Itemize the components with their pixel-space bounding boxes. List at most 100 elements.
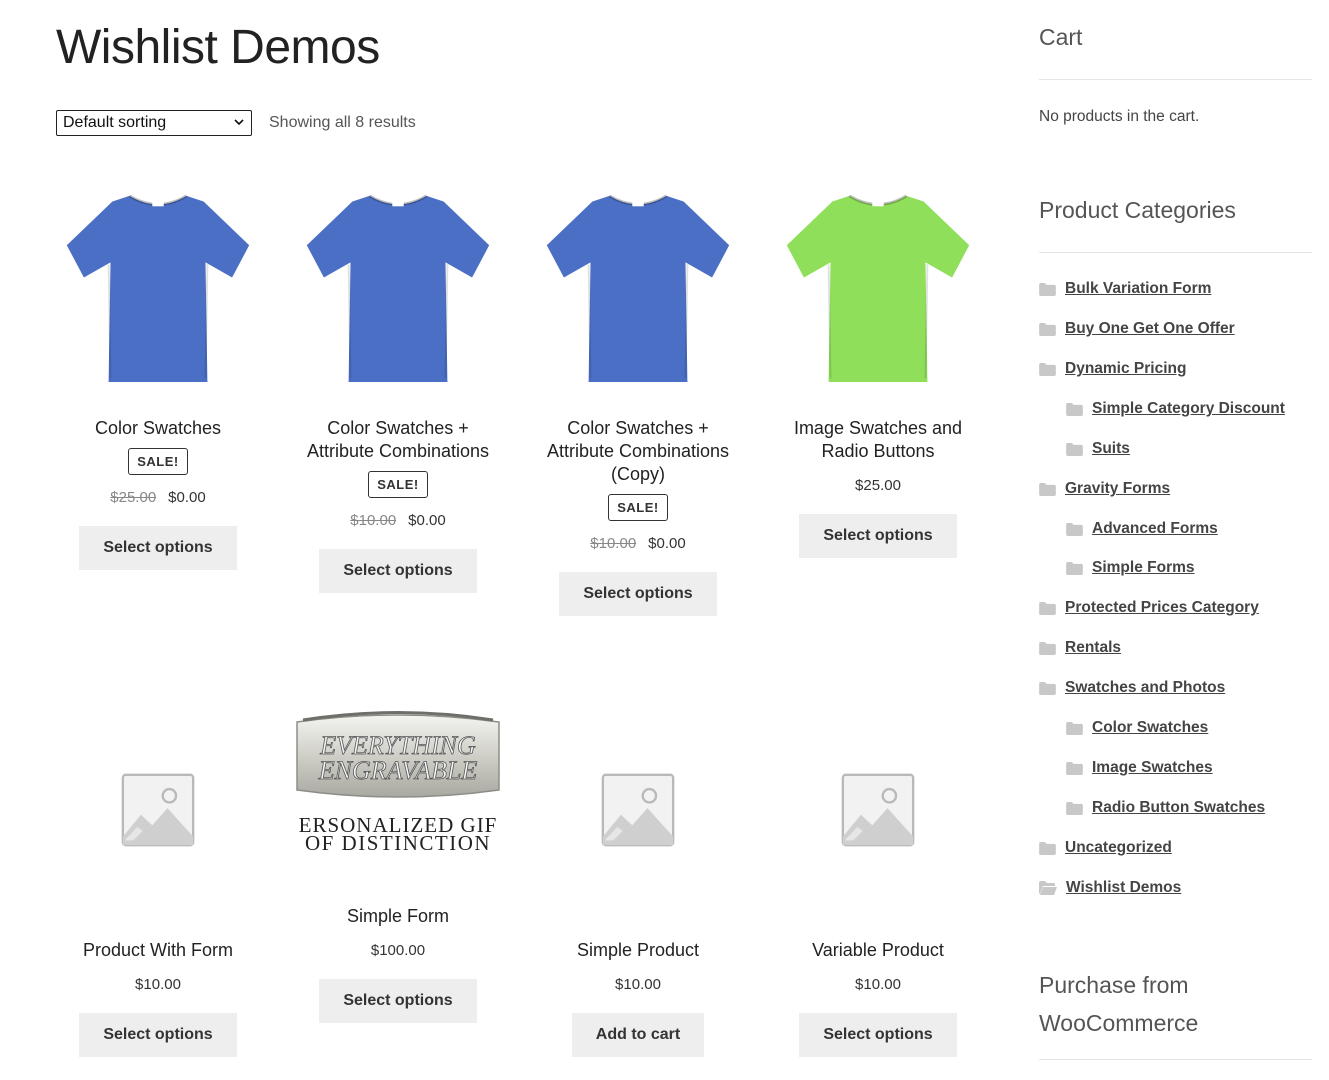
product-price: $10.00: [53, 976, 263, 993]
product-image[interactable]: [293, 178, 503, 398]
tshirt-image: [303, 182, 493, 394]
current-price: $10.00: [615, 976, 661, 993]
select-options-button[interactable]: Select options: [799, 1013, 957, 1057]
folder-open-icon: [1039, 881, 1057, 895]
category-simple-category-discount[interactable]: Simple Category Discount: [1066, 400, 1285, 418]
tshirt-image: [783, 182, 973, 394]
product-name[interactable]: Product With Form: [53, 939, 263, 962]
folder-icon: [1039, 323, 1056, 336]
product-card: EVERYTHING ENGRAVABLE ERSONALIZED GIF OF…: [293, 700, 503, 1023]
folder-icon: [1066, 562, 1083, 575]
product-image[interactable]: EVERYTHING ENGRAVABLE ERSONALIZED GIF OF…: [293, 700, 503, 886]
product-price: $100.00: [293, 942, 503, 959]
select-options-button[interactable]: Select options: [799, 514, 957, 558]
product-card: Simple Product $10.00 Add to cart: [533, 700, 743, 1057]
logo-line-4: OF DISTINCTION: [305, 831, 491, 855]
old-price: $10.00: [350, 512, 397, 529]
product-card: Product With Form $10.00 Select options: [53, 700, 263, 1057]
result-count: Showing all 8 results: [269, 114, 416, 131]
category-gravity-forms[interactable]: Gravity Forms: [1039, 480, 1170, 498]
category-label: Image Swatches: [1092, 759, 1213, 776]
category-label: Simple Category Discount: [1092, 400, 1285, 417]
product-name[interactable]: Simple Form: [293, 905, 503, 928]
category-wishlist-demos[interactable]: Wishlist Demos: [1039, 879, 1181, 897]
category-label: Radio Button Swatches: [1092, 799, 1266, 816]
placeholder-image-icon: [600, 772, 676, 848]
product-name[interactable]: Image Swatches and Radio Buttons: [773, 417, 983, 463]
folder-icon: [1066, 802, 1083, 815]
select-options-button[interactable]: Select options: [319, 979, 477, 1023]
current-price: $25.00: [855, 477, 901, 494]
select-options-button[interactable]: Select options: [79, 526, 237, 570]
folder-icon: [1039, 602, 1056, 615]
product-name[interactable]: Simple Product: [533, 939, 743, 962]
product-card: Image Swatches and Radio Buttons $25.00 …: [773, 178, 983, 558]
logo-line-2: ENGRAVABLE: [318, 756, 478, 785]
cart-divider: [1039, 79, 1312, 80]
product-name[interactable]: Color Swatches: [53, 417, 263, 440]
category-color-swatches[interactable]: Color Swatches: [1066, 719, 1208, 737]
folder-icon: [1039, 363, 1056, 376]
old-price: $25.00: [110, 489, 157, 506]
product-name[interactable]: Color Swatches + Attribute Combinations …: [533, 417, 743, 486]
product-card: Variable Product $10.00 Select options: [773, 700, 983, 1057]
product-price: $25.00: [773, 477, 983, 494]
product-card: Color Swatches + Attribute Combinations …: [533, 178, 743, 616]
category-buy-one-get-one-offer[interactable]: Buy One Get One Offer: [1039, 320, 1235, 338]
category-label: Swatches and Photos: [1065, 679, 1226, 696]
category-label: Gravity Forms: [1065, 480, 1171, 497]
folder-icon: [1039, 682, 1056, 695]
category-suits[interactable]: Suits: [1066, 440, 1130, 458]
current-price: $10.00: [855, 976, 901, 993]
category-label: Advanced Forms: [1092, 520, 1218, 537]
category-protected-prices-category[interactable]: Protected Prices Category: [1039, 599, 1259, 617]
category-label: Simple Forms: [1092, 559, 1195, 576]
select-options-button[interactable]: Select options: [559, 572, 717, 616]
product-card: Color Swatches SALE! $25.00 $0.00 Select …: [53, 178, 263, 570]
product-price: $10.00: [533, 976, 743, 993]
product-card: Color Swatches + Attribute Combinations …: [293, 178, 503, 593]
purchase-widget-title: Purchase from WooCommerce: [1039, 966, 1198, 1042]
add-to-cart-button[interactable]: Add to cart: [571, 1013, 705, 1057]
category-dynamic-pricing[interactable]: Dynamic Pricing: [1039, 360, 1186, 378]
tshirt-image: [543, 182, 733, 394]
category-image-swatches[interactable]: Image Swatches: [1066, 759, 1213, 777]
product-image[interactable]: [53, 178, 263, 398]
category-uncategorized[interactable]: Uncategorized: [1039, 839, 1172, 857]
product-image[interactable]: [773, 178, 983, 398]
purchase-title-line-2: WooCommerce: [1039, 1010, 1199, 1036]
product-image[interactable]: [773, 700, 983, 920]
select-options-button[interactable]: Select options: [319, 549, 477, 593]
product-price: $10.00: [773, 976, 983, 993]
folder-icon: [1066, 722, 1083, 735]
engraving-logo-image: EVERYTHING ENGRAVABLE ERSONALIZED GIF OF…: [296, 711, 500, 855]
category-swatches-and-photos[interactable]: Swatches and Photos: [1039, 679, 1225, 697]
folder-icon: [1039, 642, 1056, 655]
product-name[interactable]: Variable Product: [773, 939, 983, 962]
purchase-divider: [1039, 1059, 1312, 1060]
product-price: $10.00 $0.00: [533, 535, 743, 552]
category-advanced-forms[interactable]: Advanced Forms: [1066, 520, 1218, 538]
product-image[interactable]: [533, 178, 743, 398]
product-image[interactable]: [533, 700, 743, 920]
folder-icon: [1039, 283, 1056, 296]
category-bulk-variation-form[interactable]: Bulk Variation Form: [1039, 280, 1211, 298]
current-price: $0.00: [168, 489, 206, 506]
sale-badge: SALE!: [128, 448, 188, 475]
product-name[interactable]: Color Swatches + Attribute Combinations: [293, 417, 503, 463]
current-price: $0.00: [648, 535, 686, 552]
current-price: $0.00: [408, 512, 446, 529]
category-rentals[interactable]: Rentals: [1039, 639, 1121, 657]
category-simple-forms[interactable]: Simple Forms: [1066, 559, 1195, 577]
category-label: Suits: [1092, 440, 1130, 457]
folder-icon: [1066, 523, 1083, 536]
categories-widget-title: Product Categories: [1039, 197, 1236, 223]
current-price: $100.00: [370, 942, 426, 959]
select-options-button[interactable]: Select options: [79, 1013, 237, 1057]
tshirt-image: [63, 182, 253, 394]
sort-select[interactable]: Default sorting: [56, 110, 252, 136]
category-radio-button-swatches[interactable]: Radio Button Swatches: [1066, 799, 1265, 817]
product-price: $10.00 $0.00: [293, 512, 503, 529]
product-image[interactable]: [53, 700, 263, 920]
folder-icon: [1066, 762, 1083, 775]
